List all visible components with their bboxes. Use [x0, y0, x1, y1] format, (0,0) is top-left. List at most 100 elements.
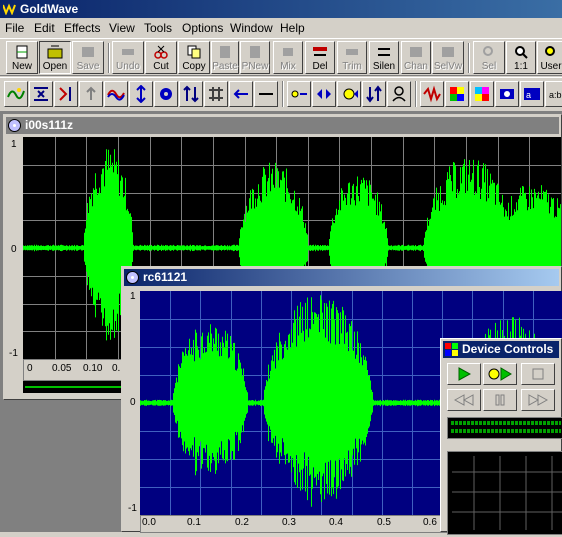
w1-y-label-mid: 0: [11, 244, 17, 255]
w2-x-label-1: 0.1: [187, 517, 201, 528]
silence-icon: [378, 48, 390, 56]
w1-overview-bar[interactable]: [23, 381, 133, 393]
fx-color-1-button[interactable]: [445, 81, 469, 107]
level-meter: [447, 417, 562, 439]
play-selection-button[interactable]: [483, 363, 517, 385]
fx-offset-button[interactable]: [229, 81, 253, 107]
w2-y-label-top: 1: [130, 291, 136, 302]
device-controls-window[interactable]: Device Controls: [440, 338, 562, 535]
fx-resample-button[interactable]: [337, 81, 361, 107]
copy-icon: [187, 45, 201, 59]
w2-y-label-mid: 0: [130, 397, 136, 408]
fx-silence-button[interactable]: [254, 81, 278, 107]
undo-button[interactable]: Undo: [112, 41, 144, 74]
fx-noise-button[interactable]: [420, 81, 444, 107]
window-1-title: i00s111z: [25, 118, 74, 132]
window-2-titlebar[interactable]: rc61121: [124, 269, 559, 286]
select-view-button[interactable]: SelVw: [432, 41, 464, 74]
fx-play-button[interactable]: [495, 81, 519, 107]
copy-button[interactable]: Copy: [178, 41, 210, 74]
menu-tools[interactable]: Tools: [144, 21, 172, 35]
menu-window[interactable]: Window: [230, 21, 273, 35]
trim-button[interactable]: Trim: [337, 41, 367, 74]
fx-doppler-button[interactable]: [4, 81, 28, 107]
new-button[interactable]: New: [6, 41, 38, 74]
noise-icon: [423, 85, 441, 103]
menu-file[interactable]: File: [5, 21, 24, 35]
device-controls-title: Device Controls: [462, 342, 554, 356]
fx-cue-ab-button[interactable]: a:b: [545, 81, 562, 107]
w2-x-label-2: 0.2: [235, 517, 249, 528]
cue-ab-icon: a:b: [549, 90, 562, 100]
w1-y-label-top: 1: [11, 139, 17, 150]
fx-transpose-button[interactable]: [362, 81, 386, 107]
fx-compress-button[interactable]: [29, 81, 53, 107]
menu-options[interactable]: Options: [182, 21, 223, 35]
menu-effects[interactable]: Effects: [64, 21, 100, 35]
cue-a-icon: a: [524, 88, 540, 100]
magnifier-icon: [515, 46, 528, 59]
delete-button[interactable]: Del: [305, 41, 335, 74]
window-2-title: rc61121: [143, 270, 188, 284]
open-button[interactable]: Open: [39, 41, 71, 74]
fx-equalizer-button[interactable]: [154, 81, 178, 107]
app-title: GoldWave: [20, 2, 79, 16]
gear-icon: [160, 88, 172, 100]
reverse-icon: [317, 89, 331, 99]
fx-echo-button[interactable]: [54, 81, 78, 107]
menu-bar: File Edit Effects View Tools Options Win…: [0, 18, 562, 38]
w2-x-label-3: 0.3: [282, 517, 296, 528]
rewind-icon: [454, 394, 474, 406]
w1-x-label-2: 0.10: [83, 363, 103, 374]
stop-button[interactable]: [521, 363, 555, 385]
zoom-1-1-button[interactable]: 1:1: [506, 41, 536, 74]
play-button[interactable]: [447, 363, 481, 385]
fx-reverse-button[interactable]: [312, 81, 336, 107]
w2-x-label-0: 0.0: [142, 517, 156, 528]
window-1-titlebar[interactable]: i00s111z: [6, 117, 559, 134]
menu-view[interactable]: View: [109, 21, 135, 35]
paste-new-icon: [250, 46, 260, 58]
menu-edit[interactable]: Edit: [34, 21, 55, 35]
save-icon: [82, 47, 94, 57]
paste-button[interactable]: Paste: [211, 41, 239, 74]
resample-icon: [343, 88, 358, 100]
fx-filter-button[interactable]: [204, 81, 228, 107]
channel-button[interactable]: Chan: [401, 41, 431, 74]
svg-text:a:b: a:b: [549, 90, 562, 100]
eye-icon: [500, 89, 514, 99]
amplify-arrows-icon: [136, 85, 146, 103]
doppler-icon: [7, 88, 25, 100]
select-button[interactable]: Sel: [473, 41, 505, 74]
w1-y-label-bottom: -1: [9, 348, 18, 359]
pitch-icon: [291, 90, 307, 98]
color-bars-2-icon: [475, 87, 489, 101]
fast-forward-button[interactable]: [521, 389, 555, 411]
effects-toolbar: a a:b: [0, 77, 562, 111]
silence-button[interactable]: Silen: [369, 41, 399, 74]
user-button[interactable]: User: [537, 41, 562, 74]
fx-fade-button[interactable]: [79, 81, 103, 107]
fx-color-2-button[interactable]: [470, 81, 494, 107]
paste-new-button[interactable]: PNew: [240, 41, 270, 74]
fx-flange-button[interactable]: [104, 81, 128, 107]
menu-help[interactable]: Help: [280, 21, 305, 35]
delete-icon: [313, 47, 327, 56]
fx-cue-a-button[interactable]: a: [520, 81, 544, 107]
pause-button[interactable]: [483, 389, 517, 411]
stop-icon: [532, 368, 544, 380]
fx-invert-button[interactable]: [179, 81, 203, 107]
save-button[interactable]: Save: [72, 41, 104, 74]
svg-text:a: a: [526, 90, 531, 100]
fx-amplify-button[interactable]: [129, 81, 153, 107]
fx-voice-button[interactable]: [387, 81, 411, 107]
open-folder-icon: [47, 45, 63, 59]
mix-button[interactable]: Mix: [273, 41, 303, 74]
new-file-icon: [16, 45, 28, 59]
rewind-button[interactable]: [447, 389, 481, 411]
visual-display: [447, 451, 562, 535]
cut-button[interactable]: Cut: [145, 41, 177, 74]
fx-pitch-button[interactable]: [287, 81, 311, 107]
w2-x-label-5: 0.5: [377, 517, 391, 528]
device-controls-titlebar[interactable]: Device Controls: [443, 341, 559, 358]
